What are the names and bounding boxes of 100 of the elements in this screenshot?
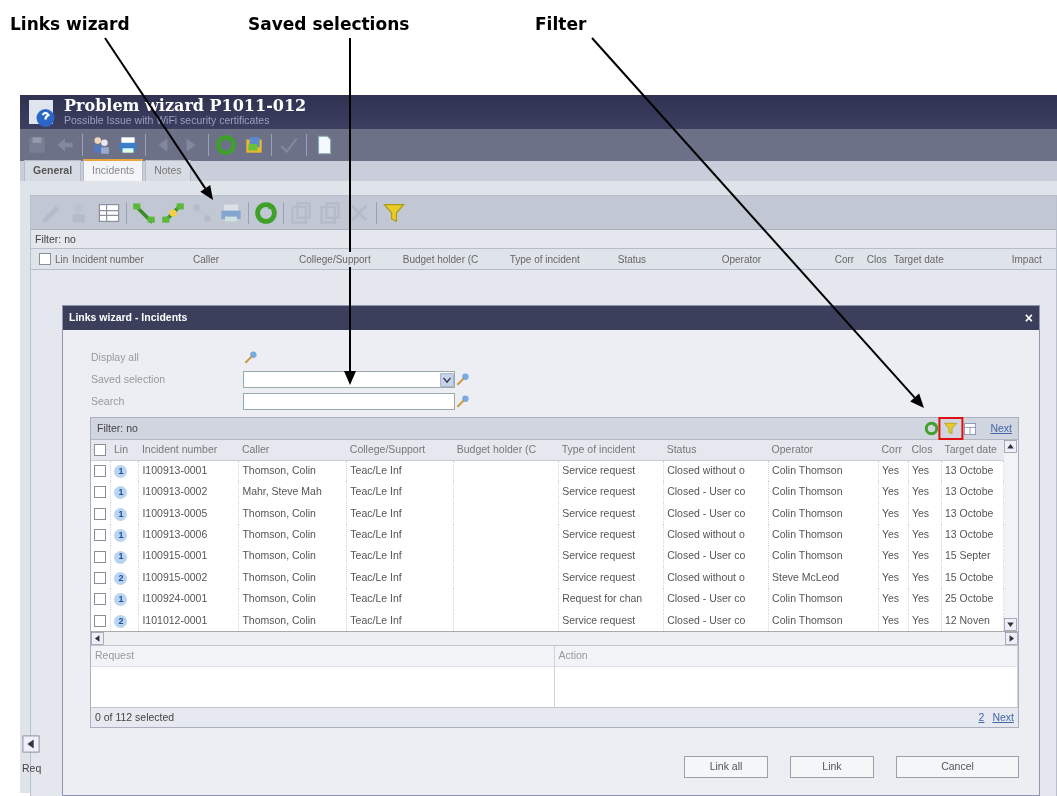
table-cell: I100913-0001: [142, 464, 208, 477]
table-cell: Yes: [881, 485, 900, 498]
column-header[interactable]: College/Support: [346, 440, 454, 460]
table-cell: Teac/Le Inf: [350, 613, 402, 626]
checkbox[interactable]: [94, 572, 106, 584]
table-cell: Yes: [911, 592, 930, 605]
scroll-up-icon[interactable]: [1004, 440, 1017, 453]
key-icon[interactable]: [455, 393, 471, 410]
column-header[interactable]: Budget holder (C: [453, 440, 559, 460]
refresh-icon[interactable]: [254, 200, 278, 225]
table-cell: Yes: [911, 506, 930, 519]
table-cell: I100915-0002: [142, 570, 208, 583]
column-header[interactable]: Status: [663, 440, 769, 460]
next-link[interactable]: Next: [990, 420, 1012, 437]
field-label: Display all: [91, 349, 140, 365]
tab[interactable]: Incidents: [83, 159, 144, 181]
table-cell: Service request: [562, 549, 636, 562]
next-link[interactable]: Next: [992, 709, 1014, 726]
table-cell: Colin Thomson: [772, 613, 843, 626]
table-cell: Teac/Le Inf: [350, 464, 402, 477]
column-header[interactable]: Corr: [834, 251, 867, 267]
table-cell: I100915-0001: [142, 549, 208, 562]
column-header[interactable]: Impact: [1011, 251, 1052, 267]
filter-label: Filter: no: [97, 420, 138, 436]
table-cell: Service request: [562, 570, 636, 583]
checkbox[interactable]: [94, 550, 106, 563]
column-header[interactable]: Clos: [908, 440, 942, 460]
priority-icon: 1: [114, 550, 128, 564]
column-header[interactable]: Operator: [721, 251, 835, 267]
table-cell: Teac/Le Inf: [350, 506, 402, 519]
table-cell: 12 Noven: [944, 613, 990, 626]
table-cell: 13 Octobe: [944, 506, 994, 519]
table-cell: I101012-0001: [142, 613, 208, 626]
printer-icon[interactable]: [117, 134, 139, 156]
table-cell: Service request: [562, 613, 636, 626]
column-header[interactable]: Type of incident: [558, 440, 664, 460]
column-header[interactable]: Type of incident: [509, 251, 618, 267]
table-cell: Service request: [562, 485, 636, 498]
table-cell: Teac/Le Inf: [350, 592, 402, 605]
table-cell: Yes: [911, 528, 930, 540]
close-button[interactable]: ×: [1024, 311, 1033, 325]
search-field[interactable]: [243, 393, 455, 410]
column-header[interactable]: Status: [617, 251, 722, 267]
column-header[interactable]: Incident number: [138, 440, 239, 460]
table-cell: 13 Octobe: [944, 528, 994, 540]
scroll-down-icon[interactable]: [1004, 618, 1017, 632]
column-header[interactable]: Budget holder (C: [402, 251, 510, 267]
table-cell: I100924-0001: [142, 592, 208, 605]
table-cell: 13 Octobe: [944, 464, 994, 477]
table-cell: Colin Thomson: [772, 485, 843, 498]
folder-icon[interactable]: [243, 134, 265, 156]
column-header[interactable]: Clos: [866, 251, 894, 267]
column-header[interactable]: Incident number: [72, 251, 193, 267]
table-cell: Thomson, Colin: [242, 592, 316, 605]
table-cell: Colin Thomson: [772, 528, 843, 540]
column-header[interactable]: Caller: [193, 251, 299, 267]
dropdown-icon[interactable]: [440, 372, 454, 387]
key-icon[interactable]: [243, 349, 259, 366]
dialog-button[interactable]: Cancel: [896, 756, 1019, 779]
saved-selection-dropdown[interactable]: [243, 371, 455, 388]
table-cell: Colin Thomson: [772, 506, 843, 519]
tab[interactable]: Notes: [145, 160, 191, 181]
column-header[interactable]: Lin: [111, 440, 139, 460]
column-header[interactable]: Operator: [768, 440, 879, 460]
link-icon[interactable]: [132, 200, 156, 225]
scroll-left-icon[interactable]: [22, 735, 40, 753]
column-header[interactable]: College/Support: [299, 251, 371, 267]
table-cell: Service request: [562, 464, 636, 477]
table-cell: Yes: [911, 549, 930, 562]
refresh-icon[interactable]: [924, 421, 940, 436]
column-header[interactable]: Target date: [893, 251, 1012, 267]
priority-icon: 1: [114, 593, 128, 607]
column-header[interactable]: Lin: [55, 251, 72, 267]
table-cell: I100913-0006: [142, 528, 208, 540]
column-header[interactable]: Caller: [238, 440, 347, 460]
table-cell: 25 Octobe: [944, 592, 994, 605]
scroll-left-icon[interactable]: [91, 632, 104, 646]
link-icon[interactable]: [161, 200, 185, 225]
checkbox[interactable]: [94, 614, 106, 627]
checkbox[interactable]: [94, 465, 106, 478]
columns-icon[interactable]: [962, 420, 979, 437]
page-link[interactable]: 2: [978, 709, 985, 726]
checkbox[interactable]: [94, 593, 106, 606]
filter-label: Filter: no: [35, 233, 76, 245]
column-header[interactable]: Target date: [941, 440, 1004, 460]
checkbox[interactable]: [94, 529, 106, 542]
checkbox[interactable]: [94, 507, 106, 520]
checkbox[interactable]: [94, 444, 106, 457]
priority-icon: 1: [114, 465, 128, 479]
tab[interactable]: General: [24, 160, 82, 181]
table-cell: Closed - User co: [667, 549, 746, 562]
checkbox[interactable]: [94, 486, 106, 499]
checkbox[interactable]: [39, 253, 51, 265]
dialog-button[interactable]: Link: [790, 756, 874, 779]
table-cell: 15 Octobe: [944, 570, 994, 583]
scroll-right-icon[interactable]: [1005, 632, 1018, 646]
dialog-button[interactable]: Link all: [684, 756, 768, 779]
table-cell: Yes: [881, 506, 900, 519]
table-cell: Teac/Le Inf: [350, 549, 402, 562]
column-header[interactable]: Corr: [878, 440, 909, 460]
